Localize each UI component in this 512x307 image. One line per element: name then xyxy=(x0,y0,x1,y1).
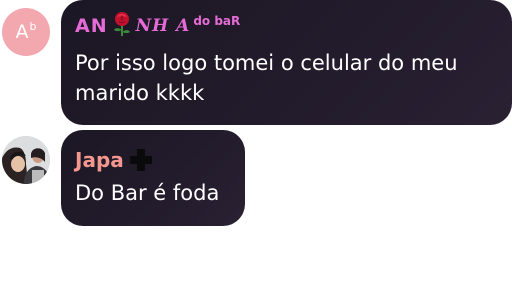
avatar[interactable] xyxy=(2,136,50,184)
sender-name[interactable]: Japa xyxy=(75,144,231,176)
message-bubble[interactable]: Japa Do Bar é foda xyxy=(61,130,245,226)
message-bubble[interactable]: AN NH A do baR Por isso logo tomei o cel xyxy=(61,0,512,125)
sender-name-part2: NH A xyxy=(135,16,191,36)
sender-name-text: Japa xyxy=(75,148,124,172)
message-text: Do Bar é foda xyxy=(75,181,220,205)
black-cross-icon xyxy=(129,148,153,176)
rose-icon xyxy=(112,11,132,41)
avatar-superscript: b xyxy=(29,19,37,33)
sender-name-part1: AN xyxy=(75,15,108,37)
sender-name[interactable]: AN NH A do baR xyxy=(75,10,498,42)
profile-photo-icon xyxy=(2,136,50,184)
sender-name-suffix: do baR xyxy=(193,14,241,28)
chat-thread: Ab AN NH A do baR Por isso logo tomei o … xyxy=(0,0,512,307)
avatar[interactable]: Ab xyxy=(2,8,50,56)
message-text: Por isso logo tomei o celular do meu mar… xyxy=(75,51,465,105)
avatar-initial: A xyxy=(15,20,29,43)
